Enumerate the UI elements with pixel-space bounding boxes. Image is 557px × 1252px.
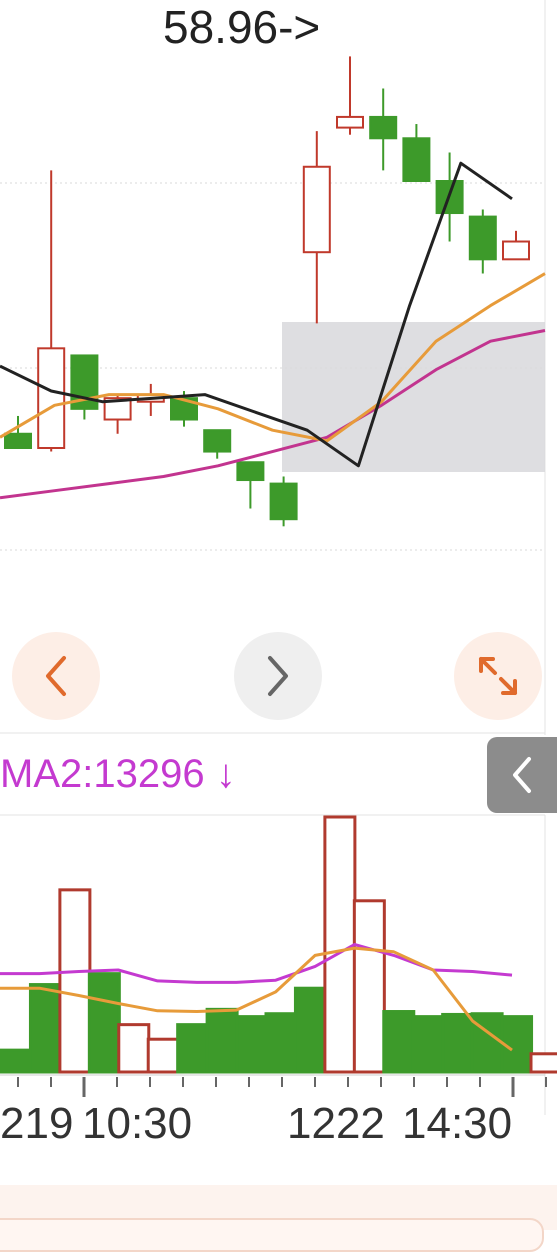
- collapse-panel-button[interactable]: [487, 737, 557, 813]
- candle-body: [269, 482, 298, 521]
- volume-bar: [28, 983, 62, 1074]
- price-chart: [0, 0, 546, 735]
- chevron-left-icon: [513, 757, 531, 793]
- volume-ma-label: MA2:13296 ↓: [0, 752, 236, 796]
- volume-bar: [411, 1015, 445, 1074]
- highlight-range: [282, 322, 545, 472]
- volume-bar: [382, 1010, 416, 1074]
- candle-body: [37, 347, 66, 450]
- candle-body: [402, 137, 431, 182]
- volume-bar: [264, 1012, 298, 1074]
- volume-bar: [117, 1023, 151, 1074]
- chart-stage: 58.96-> MA2:13296 ↓ 219 10:30 1222 14:30: [0, 0, 557, 1252]
- candle-body: [502, 240, 530, 261]
- volume-bar: [176, 1023, 210, 1074]
- x-tick-label: 1222: [287, 1099, 385, 1148]
- high-price-annotation: 58.96->: [163, 1, 321, 53]
- expand-arrows-icon: [479, 657, 517, 695]
- candle-body: [369, 115, 398, 140]
- candle-body: [4, 432, 32, 450]
- bottom-input-bar[interactable]: [0, 1218, 544, 1252]
- x-tick-label: 219: [0, 1099, 74, 1148]
- volume-bar: [87, 972, 121, 1074]
- candle-body: [302, 165, 331, 254]
- volume-bar: [529, 1052, 557, 1074]
- next-button[interactable]: [234, 632, 322, 720]
- volume-bar: [58, 888, 92, 1074]
- volume-bar: [235, 1015, 269, 1074]
- candle-body: [468, 215, 497, 261]
- x-tick-label: 10:30: [82, 1099, 193, 1148]
- chevron-left-icon: [46, 656, 66, 696]
- prev-button[interactable]: [12, 632, 100, 720]
- volume-bar: [441, 1012, 475, 1074]
- volume-bar: [0, 1048, 33, 1074]
- candle-body: [236, 461, 265, 482]
- volume-bar: [205, 1007, 239, 1074]
- volume-bar: [323, 815, 357, 1074]
- candle-body: [336, 115, 364, 129]
- x-tick-label: 14:30: [402, 1099, 513, 1148]
- expand-button[interactable]: [454, 632, 542, 720]
- volume-bar: [352, 899, 386, 1074]
- candle-body: [203, 429, 232, 453]
- chevron-right-icon: [268, 656, 288, 696]
- volume-bar: [293, 986, 327, 1074]
- volume-bar: [146, 1037, 180, 1074]
